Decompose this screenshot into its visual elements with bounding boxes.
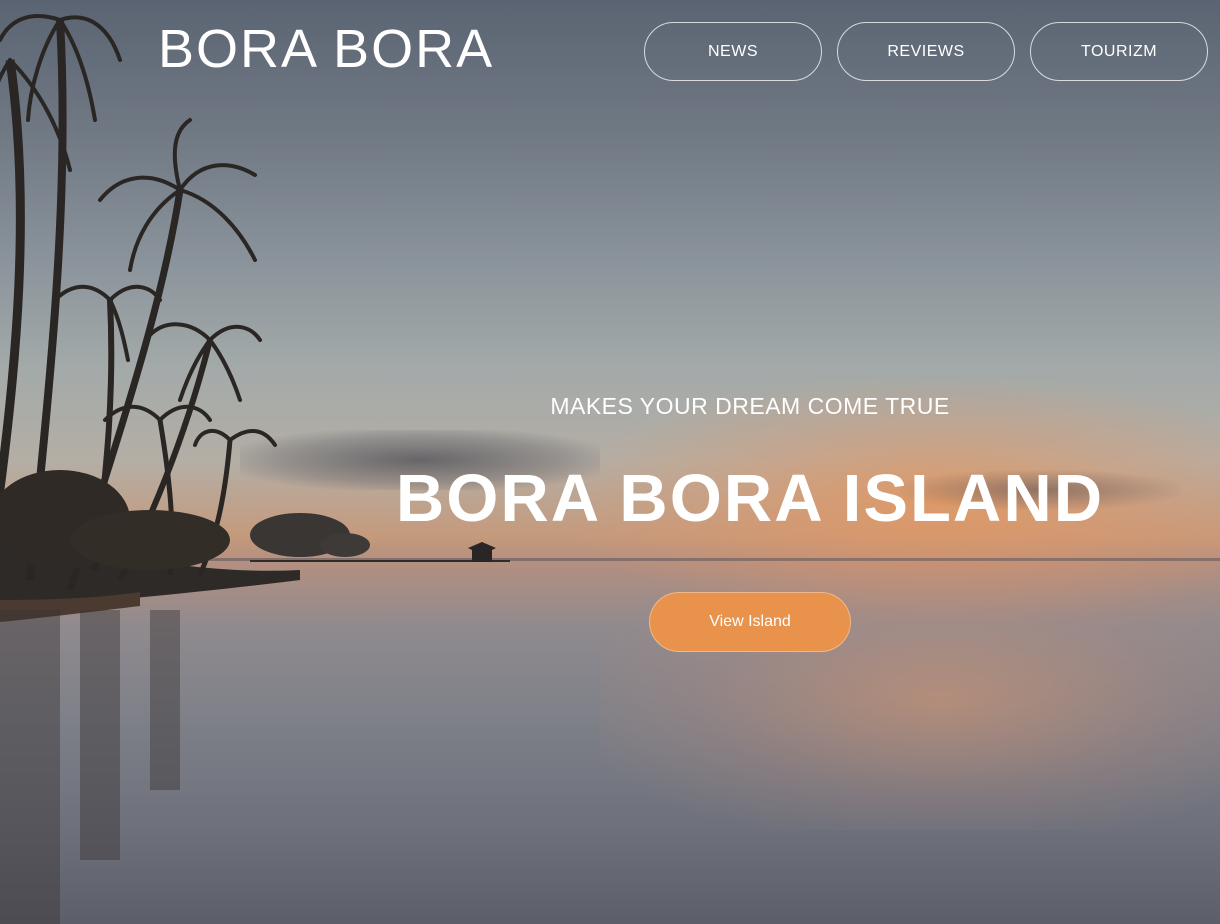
nav-tourizm-button[interactable]: TOURIZM <box>1030 22 1208 81</box>
pier-hut-silhouette <box>230 540 555 580</box>
hero-title: BORA BORA ISLAND <box>395 461 1105 536</box>
nav-news-button[interactable]: NEWS <box>644 22 822 81</box>
hero-tagline: MAKES YOUR DREAM COME TRUE <box>550 393 950 419</box>
main-nav: NEWS REVIEWS TOURIZM <box>644 22 1208 81</box>
view-island-button[interactable]: View Island <box>649 592 851 652</box>
site-logo[interactable]: BORA BORA <box>158 22 494 76</box>
nav-reviews-button[interactable]: REVIEWS <box>837 22 1015 81</box>
